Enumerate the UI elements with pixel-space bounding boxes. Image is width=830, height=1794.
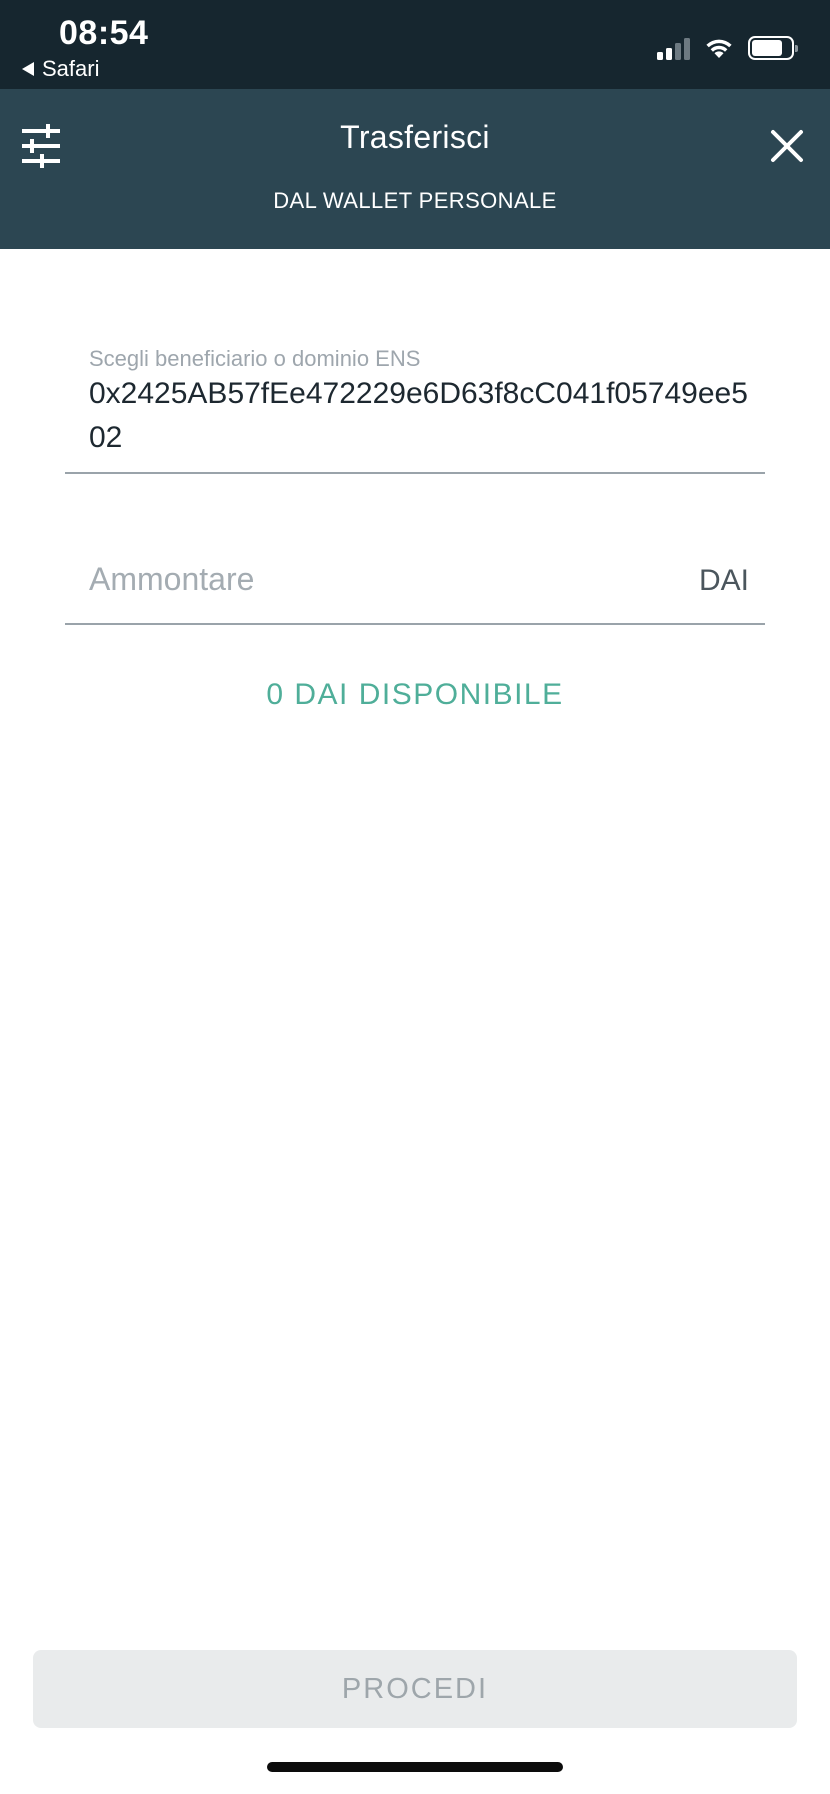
wifi-icon xyxy=(706,39,732,58)
available-balance: 0 DAI DISPONIBILE xyxy=(266,678,564,711)
status-time: 08:54 xyxy=(59,14,149,52)
recipient-field[interactable]: Scegli beneficiario o dominio ENS 0x2425… xyxy=(65,346,765,474)
proceed-button[interactable]: PROCEDI xyxy=(33,1650,797,1728)
status-icons xyxy=(657,36,798,60)
amount-input[interactable] xyxy=(89,561,609,598)
back-caret-icon xyxy=(22,62,34,76)
recipient-label: Scegli beneficiario o dominio ENS xyxy=(89,346,421,371)
cellular-signal-icon xyxy=(657,36,690,60)
header: Trasferisci DAL WALLET PERSONALE xyxy=(0,89,830,249)
currency-label: DAI xyxy=(698,564,749,597)
page-title: Trasferisci xyxy=(340,119,490,155)
back-to-safari-link[interactable]: Safari xyxy=(22,56,99,82)
home-indicator xyxy=(267,1762,563,1772)
recipient-value[interactable]: 0x2425AB57fEe472229e6D63f8cC041f05749ee5… xyxy=(89,372,759,460)
page-subtitle: DAL WALLET PERSONALE xyxy=(273,188,557,213)
close-icon[interactable] xyxy=(764,123,810,169)
status-bar: 08:54 Safari xyxy=(0,0,830,89)
amount-field[interactable]: DAI xyxy=(65,548,765,625)
back-app-label: Safari xyxy=(42,56,100,81)
battery-icon xyxy=(748,36,798,60)
